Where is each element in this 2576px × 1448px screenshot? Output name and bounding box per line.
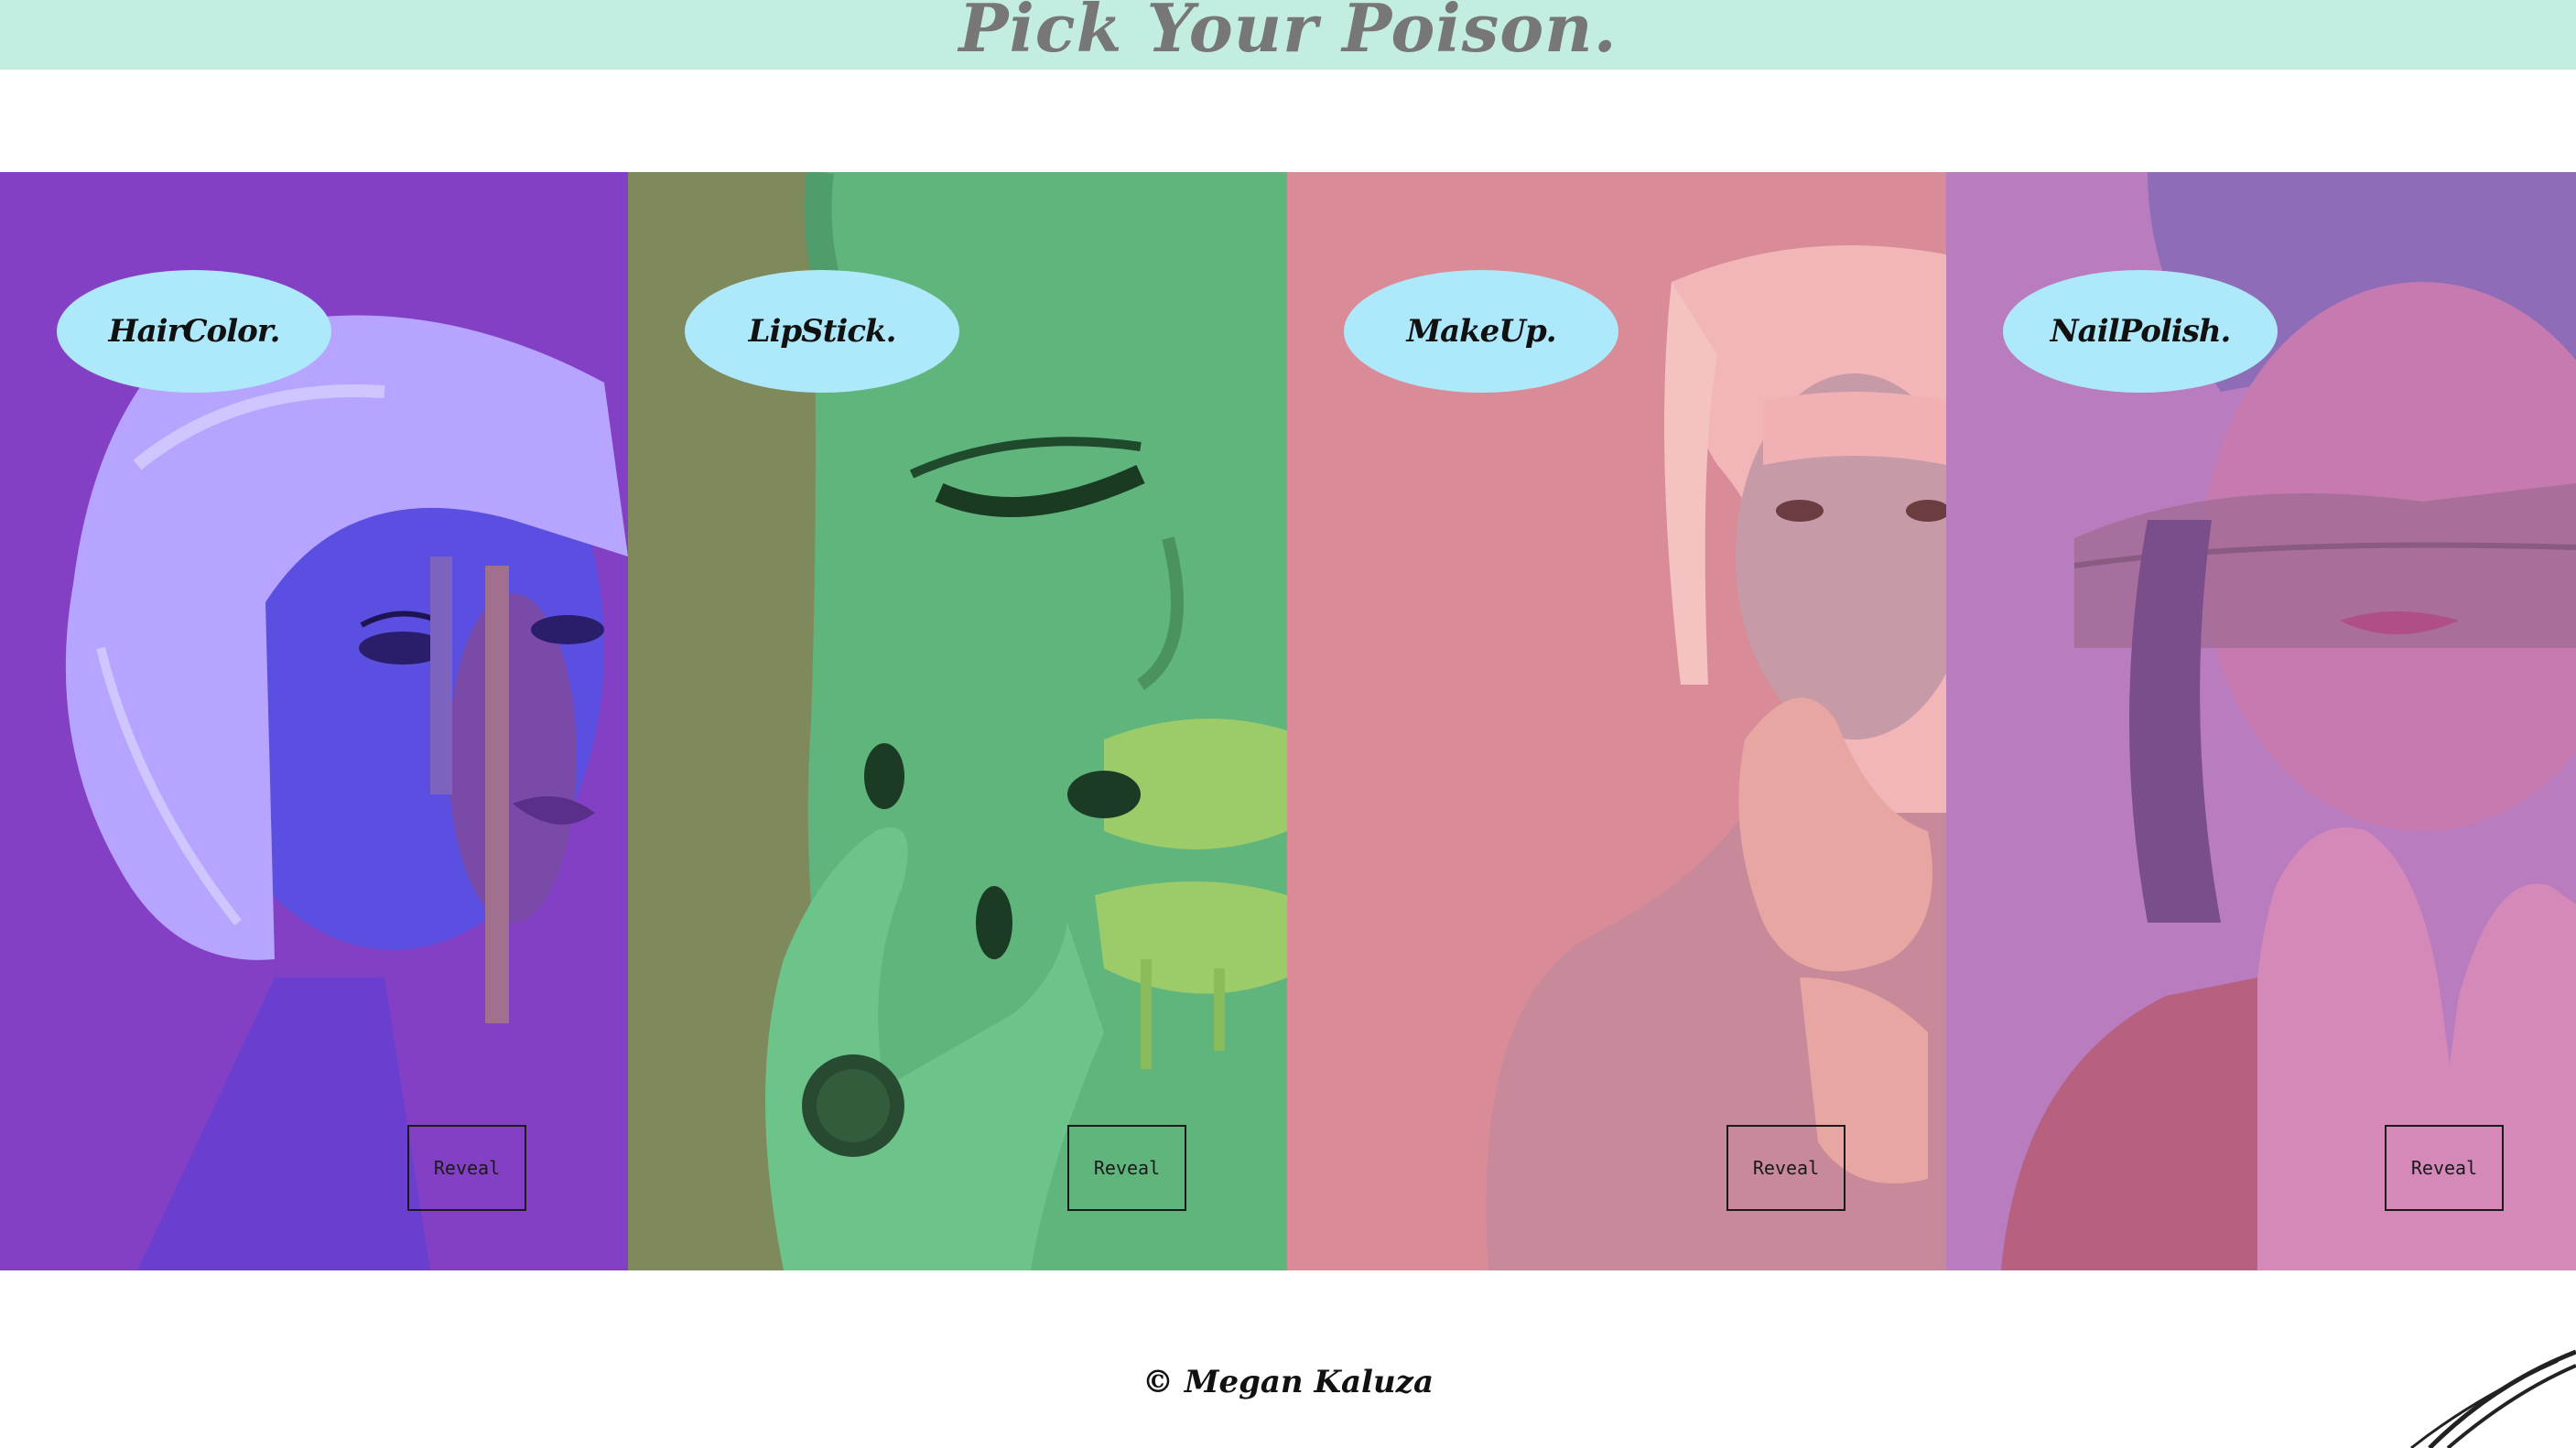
site-header: Pick Your Poison. xyxy=(0,0,2576,70)
panel-nailpolish[interactable]: NailPolish. Reveal xyxy=(1946,172,2576,1270)
category-panels: HairColor. Reveal LipStick. Reveal MakeU… xyxy=(0,172,2576,1270)
reveal-button-lipstick[interactable]: Reveal xyxy=(1067,1125,1186,1211)
category-label-lipstick: LipStick. xyxy=(685,270,959,393)
category-label-nailpolish: NailPolish. xyxy=(2003,270,2278,393)
reveal-button-nailpolish[interactable]: Reveal xyxy=(2385,1125,2504,1211)
reveal-button-haircolor[interactable]: Reveal xyxy=(407,1125,526,1211)
category-label-makeup: MakeUp. xyxy=(1344,270,1618,393)
footer-copyright: © Megan Kaluza xyxy=(1142,1364,1434,1400)
panel-haircolor[interactable]: HairColor. Reveal xyxy=(0,172,628,1270)
reveal-button-makeup[interactable]: Reveal xyxy=(1726,1125,1845,1211)
panel-makeup[interactable]: MakeUp. Reveal xyxy=(1287,172,1946,1270)
page-title: Pick Your Poison. xyxy=(958,0,1618,67)
category-label-haircolor: HairColor. xyxy=(57,270,331,393)
panel-lipstick[interactable]: LipStick. Reveal xyxy=(628,172,1287,1270)
corner-swirl-decoration xyxy=(2410,1349,2576,1448)
